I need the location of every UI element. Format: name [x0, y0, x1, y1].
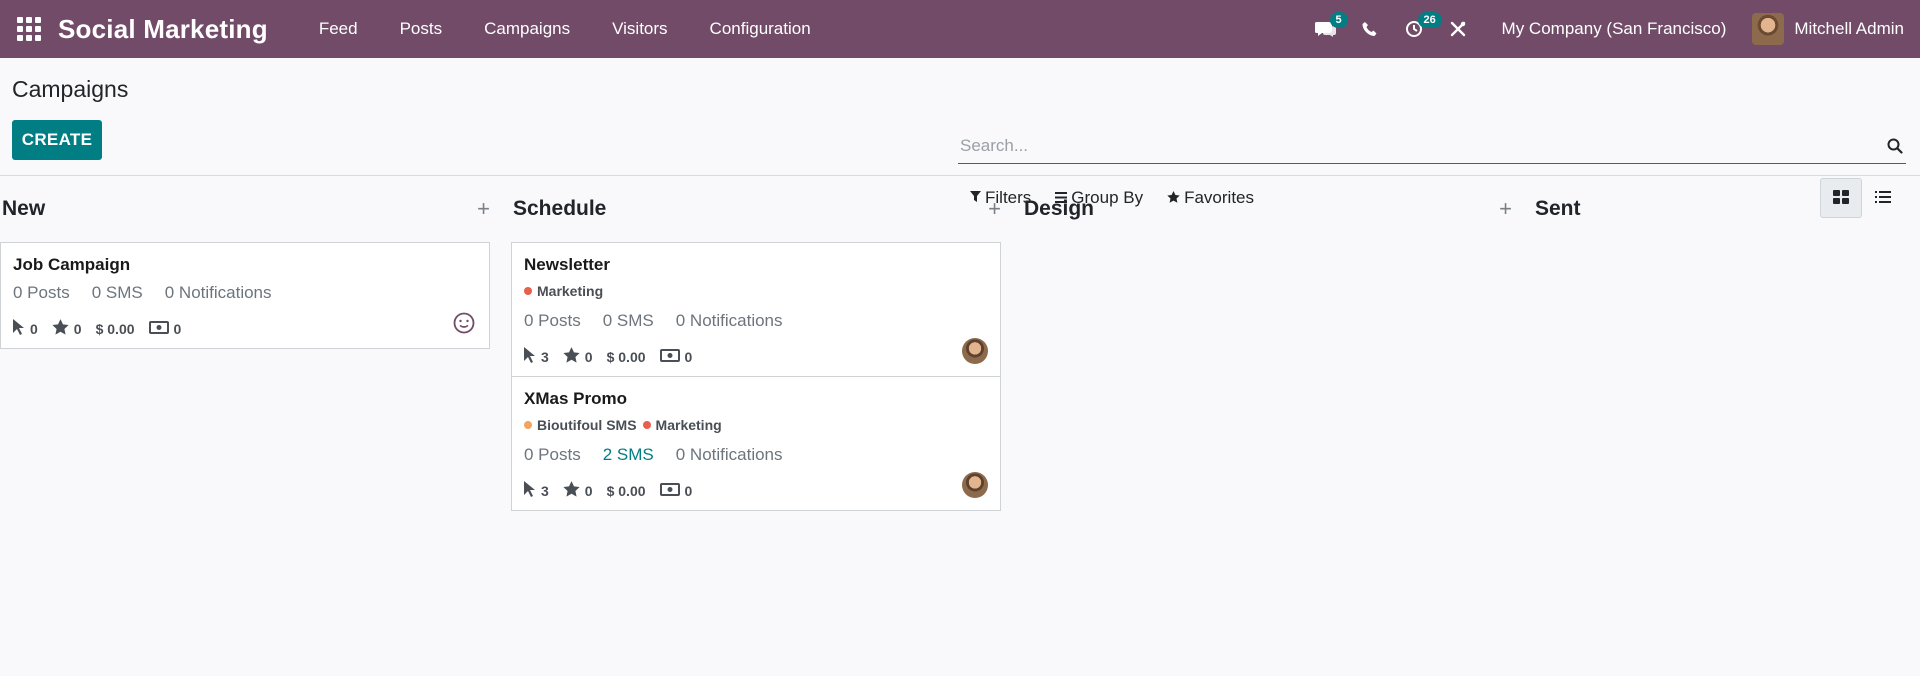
column-header: Sent — [1533, 176, 1903, 242]
tag-bioutifoul-sms: Bioutifoul SMS — [524, 417, 637, 433]
kanban-column-new: New + Job Campaign 0 Posts 0 SMS 0 Notif… — [0, 176, 490, 349]
menu-item-campaigns[interactable]: Campaigns — [463, 0, 591, 58]
kanban-column-design: Design + — [1022, 176, 1512, 242]
quick-create-plus-icon[interactable]: + — [988, 196, 1001, 222]
rating-stat: 0 — [52, 319, 82, 338]
column-title: Schedule — [513, 197, 607, 220]
money-icon — [659, 482, 680, 499]
search-input[interactable] — [958, 135, 1884, 156]
user-avatar — [1752, 13, 1785, 45]
cursor-icon — [524, 347, 536, 366]
card-title: XMas Promo — [524, 389, 627, 408]
column-title: Design — [1024, 197, 1095, 220]
search-icon[interactable] — [1884, 138, 1906, 154]
messages-badge: 5 — [1329, 12, 1348, 28]
cash-stat: 0 — [659, 348, 692, 365]
debug-tools-icon[interactable] — [1436, 0, 1480, 58]
card-stats: 3 0 $ 0.00 0 — [524, 481, 988, 500]
posts-count[interactable]: 0 Posts — [524, 445, 581, 465]
cash-stat: 0 — [148, 320, 181, 337]
quick-create-plus-icon[interactable]: + — [477, 196, 490, 222]
star-icon — [52, 319, 69, 338]
cursor-icon — [13, 319, 25, 338]
menu-item-visitors[interactable]: Visitors — [591, 0, 688, 58]
sms-count[interactable]: 0 SMS — [603, 311, 654, 331]
posts-count[interactable]: 0 Posts — [524, 311, 581, 331]
cash-stat: 0 — [659, 482, 692, 499]
create-button[interactable]: CREATE — [12, 120, 102, 160]
column-title: New — [2, 197, 46, 220]
revenue-stat: $ 0.00 — [606, 482, 646, 499]
star-icon — [563, 481, 580, 500]
apps-menu-icon[interactable] — [0, 0, 58, 58]
main-menu: Feed Posts Campaigns Visitors Configurat… — [298, 0, 832, 58]
menu-item-posts[interactable]: Posts — [379, 0, 464, 58]
menu-item-configuration[interactable]: Configuration — [689, 0, 832, 58]
notifications-count[interactable]: 0 Notifications — [676, 445, 783, 465]
clicks-stat: 0 — [13, 319, 38, 338]
top-navbar: Social Marketing Feed Posts Campaigns Vi… — [0, 0, 1920, 58]
column-header: Schedule + — [511, 176, 1001, 242]
clicks-stat: 3 — [524, 347, 549, 366]
column-header: New + — [0, 176, 490, 242]
card-counts: 0 Posts 2 SMS 0 Notifications — [524, 445, 988, 465]
revenue-stat: $ 0.00 — [606, 348, 646, 365]
kanban-column-sent: Sent — [1533, 176, 1903, 242]
rating-stat: 0 — [563, 481, 593, 500]
quick-create-plus-icon[interactable]: + — [1499, 196, 1512, 222]
responsible-avatar[interactable] — [962, 472, 988, 498]
kanban-column-schedule: Schedule + Newsletter Marketing 0 Posts … — [511, 176, 1001, 511]
search-bar — [958, 128, 1906, 164]
user-name: Mitchell Admin — [1794, 19, 1904, 38]
card-stats: 3 0 $ 0.00 0 — [524, 347, 988, 366]
star-icon — [563, 347, 580, 366]
control-panel: Campaigns CREATE Filters Group By Favori… — [0, 58, 1920, 218]
rating-stat: 0 — [563, 347, 593, 366]
campaign-card-xmas-promo[interactable]: XMas Promo Bioutifoul SMS Marketing 0 Po… — [511, 377, 1001, 511]
app-brand[interactable]: Social Marketing — [58, 14, 268, 45]
posts-count[interactable]: 0 Posts — [13, 283, 70, 303]
responsible-avatar[interactable] — [962, 338, 988, 364]
money-icon — [148, 320, 169, 337]
card-tags: Marketing — [524, 283, 988, 299]
systray: 5 26 My Company (San Francisco) Mitchell… — [1304, 0, 1920, 58]
campaign-card-newsletter[interactable]: Newsletter Marketing 0 Posts 0 SMS 0 Not… — [511, 242, 1001, 377]
card-title: Job Campaign — [13, 255, 131, 274]
column-title: Sent — [1535, 197, 1581, 220]
tag-marketing: Marketing — [642, 417, 722, 433]
card-title: Newsletter — [524, 255, 610, 274]
clicks-stat: 3 — [524, 481, 549, 500]
company-switcher[interactable]: My Company (San Francisco) — [1480, 19, 1753, 39]
notifications-count[interactable]: 0 Notifications — [165, 283, 272, 303]
user-menu[interactable]: Mitchell Admin — [1752, 13, 1920, 45]
card-counts: 0 Posts 0 SMS 0 Notifications — [524, 311, 988, 331]
card-counts: 0 Posts 0 SMS 0 Notifications — [13, 283, 477, 303]
revenue-stat: $ 0.00 — [95, 320, 135, 337]
card-tags: Bioutifoul SMS Marketing — [524, 417, 988, 433]
phone-icon[interactable] — [1348, 0, 1392, 58]
card-stats: 0 0 $ 0.00 0 — [13, 319, 477, 338]
smiley-face-icon[interactable] — [453, 312, 475, 334]
sms-count[interactable]: 2 SMS — [603, 445, 654, 465]
activities-clock-icon[interactable]: 26 — [1392, 0, 1442, 58]
notifications-count[interactable]: 0 Notifications — [676, 311, 783, 331]
column-header: Design + — [1022, 176, 1512, 242]
campaign-card-job[interactable]: Job Campaign 0 Posts 0 SMS 0 Notificatio… — [0, 242, 490, 349]
messages-icon[interactable]: 5 — [1304, 0, 1348, 58]
page-title: Campaigns — [12, 76, 129, 102]
kanban-board: New + Job Campaign 0 Posts 0 SMS 0 Notif… — [0, 176, 1920, 676]
cursor-icon — [524, 481, 536, 500]
menu-item-feed[interactable]: Feed — [298, 0, 379, 58]
sms-count[interactable]: 0 SMS — [92, 283, 143, 303]
tag-marketing: Marketing — [524, 283, 603, 299]
money-icon — [659, 348, 680, 365]
